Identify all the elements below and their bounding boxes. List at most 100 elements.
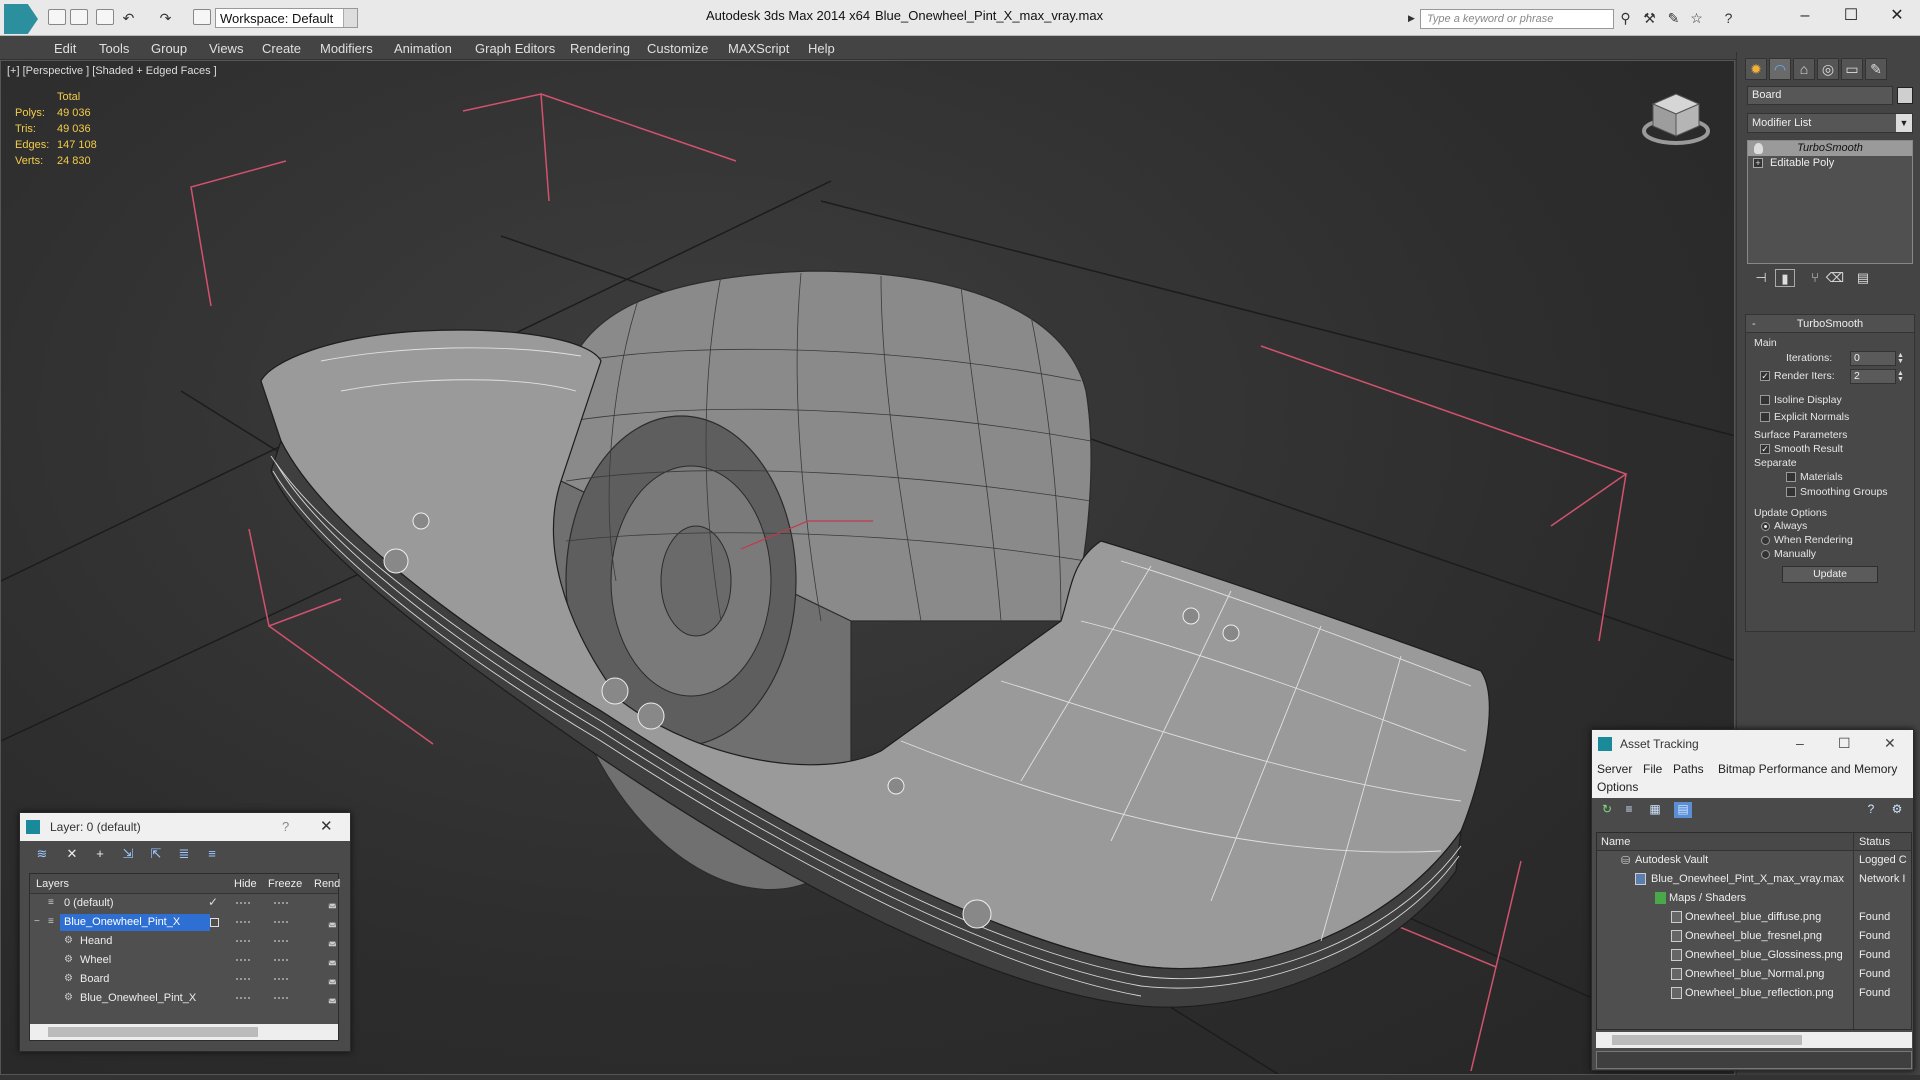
app-logo-button[interactable] — [4, 4, 38, 34]
render-teapot-icon[interactable]: ◛ — [328, 898, 338, 908]
column-render[interactable]: Rend — [314, 878, 340, 890]
chevron-down-icon[interactable] — [343, 9, 357, 27]
render-teapot-icon[interactable]: ◛ — [328, 917, 338, 927]
hide-toggle[interactable] — [236, 902, 250, 904]
materials-checkbox[interactable] — [1786, 472, 1796, 482]
utilities-tab-icon[interactable]: ✎ — [1865, 58, 1887, 80]
hide-all-layers-icon[interactable]: ≡ — [202, 846, 222, 864]
layer-row[interactable]: ⚙ Heand ◛ — [30, 932, 338, 951]
refresh-icon[interactable]: ↻ — [1598, 802, 1616, 818]
motion-tab-icon[interactable]: ◎ — [1817, 58, 1839, 80]
object-color-swatch[interactable] — [1897, 87, 1913, 104]
asset-row[interactable]: Onewheel_blue_reflection.png Found — [1597, 984, 1911, 1003]
smooth-result-checkbox[interactable]: ✓ — [1760, 444, 1770, 454]
communication-center-icon[interactable]: ✎ — [1665, 11, 1682, 26]
save-file-icon[interactable] — [96, 9, 114, 25]
object-name[interactable]: Blue_Onewheel_Pint_X — [76, 990, 200, 1007]
isoline-display-checkbox[interactable] — [1760, 395, 1770, 405]
favorites-star-icon[interactable]: ☆ — [1688, 11, 1705, 26]
help-icon[interactable]: ? — [1862, 802, 1880, 818]
menu-paths[interactable]: Paths — [1673, 762, 1704, 776]
render-iters-spinner[interactable]: 2 ▲ ▼ — [1850, 369, 1904, 384]
modify-tab-icon[interactable]: ◠ — [1769, 58, 1791, 80]
menu-edit[interactable]: Edit — [54, 41, 76, 56]
scrollbar-thumb[interactable] — [1612, 1035, 1802, 1045]
asset-row[interactable]: Maps / Shaders — [1597, 889, 1911, 908]
create-layer-icon[interactable]: + — [90, 846, 110, 864]
freeze-toggle[interactable] — [274, 921, 288, 923]
help-button[interactable]: ? — [282, 819, 289, 834]
viewcube-icon[interactable] — [1641, 86, 1711, 156]
update-button[interactable]: Update — [1782, 566, 1878, 583]
viewport-label[interactable]: [+] [Perspective ] [Shaded + Edged Faces… — [7, 65, 217, 77]
collapse-minus-icon[interactable]: − — [34, 917, 44, 927]
add-to-layer-icon[interactable]: ⇲ — [118, 846, 138, 864]
iterations-spinner[interactable]: 0 ▲ ▼ — [1850, 351, 1904, 366]
create-tab-icon[interactable]: ✹ — [1745, 58, 1767, 80]
scrollbar-thumb[interactable] — [48, 1027, 258, 1037]
table-view-icon[interactable]: ▤ — [1674, 802, 1692, 818]
always-radio[interactable] — [1761, 522, 1770, 531]
layer-row[interactable]: ≡ 0 (default) ✓ ◛ — [30, 894, 338, 913]
freeze-toggle[interactable] — [274, 997, 288, 999]
rollout-header[interactable]: - TurboSmooth — [1746, 315, 1914, 333]
column-status[interactable]: Status — [1859, 836, 1890, 848]
menu-help[interactable]: Help — [808, 41, 835, 56]
render-teapot-icon[interactable]: ◛ — [328, 936, 338, 946]
asset-row[interactable]: Onewheel_blue_Glossiness.png Found — [1597, 946, 1911, 965]
asset-row[interactable]: Onewheel_blue_fresnel.png Found — [1597, 927, 1911, 946]
maximize-icon[interactable]: ☐ — [1838, 735, 1851, 752]
stack-item-editable-poly[interactable]: + Editable Poly — [1748, 156, 1912, 171]
stack-item-turbosmooth[interactable]: TurboSmooth — [1748, 141, 1912, 156]
smoothing-groups-checkbox[interactable] — [1786, 487, 1796, 497]
object-name[interactable]: Board — [76, 971, 113, 988]
grid-view-icon[interactable]: ▦ — [1646, 802, 1664, 818]
explicit-normals-checkbox[interactable] — [1760, 412, 1770, 422]
asset-row[interactable]: ⛁ Autodesk Vault Logged C — [1597, 851, 1911, 870]
manually-radio[interactable] — [1761, 550, 1770, 559]
display-tab-icon[interactable]: ▭ — [1841, 58, 1863, 80]
help-icon[interactable]: ? — [1720, 11, 1737, 26]
search-input[interactable]: Type a keyword or phrase — [1420, 9, 1614, 29]
delete-layer-icon[interactable]: ✕ — [62, 846, 82, 864]
menu-options[interactable]: Options — [1597, 780, 1638, 794]
active-layer-check-icon[interactable]: ✓ — [208, 895, 218, 909]
freeze-toggle[interactable] — [274, 940, 288, 942]
render-teapot-icon[interactable]: ◛ — [328, 993, 338, 1003]
layer-row[interactable]: ⚙ Wheel ◛ — [30, 951, 338, 970]
make-unique-icon[interactable]: ⑂ — [1805, 269, 1825, 287]
object-name-field[interactable]: Board — [1747, 86, 1893, 105]
horizontal-scrollbar[interactable] — [1596, 1032, 1912, 1048]
layer-row[interactable]: ⚙ Blue_Onewheel_Pint_X ◛ — [30, 989, 338, 1008]
settings-icon[interactable]: ⚙ — [1888, 802, 1906, 818]
remove-modifier-icon[interactable]: ⌫ — [1825, 269, 1845, 287]
hierarchy-tab-icon[interactable]: ⌂ — [1793, 58, 1815, 80]
menu-file[interactable]: File — [1643, 762, 1662, 776]
close-icon[interactable]: ✕ — [1884, 735, 1896, 752]
menu-tools[interactable]: Tools — [99, 41, 129, 56]
menu-graph-editors[interactable]: Graph Editors — [475, 41, 555, 56]
highlight-layer-icon[interactable]: ≣ — [174, 846, 194, 864]
show-end-result-icon[interactable]: ▮ — [1775, 269, 1795, 287]
hide-toggle[interactable] — [236, 997, 250, 999]
menu-animation[interactable]: Animation — [394, 41, 452, 56]
asset-row[interactable]: Onewheel_blue_Normal.png Found — [1597, 965, 1911, 984]
spinner-arrows-icon[interactable]: ▲ ▼ — [1897, 370, 1905, 383]
subscription-icon[interactable]: ⚒ — [1641, 11, 1658, 26]
close-button[interactable]: ✕ — [1877, 4, 1917, 28]
configure-sets-icon[interactable]: ▤ — [1853, 269, 1873, 287]
render-iters-checkbox[interactable]: ✓ — [1760, 371, 1770, 381]
column-layers[interactable]: Layers — [36, 878, 69, 890]
menu-bitmap-performance[interactable]: Bitmap Performance and Memory — [1718, 762, 1897, 776]
layer-name[interactable]: 0 (default) — [60, 895, 118, 912]
workspace-dropdown[interactable]: Workspace: Default — [215, 8, 358, 28]
hide-toggle[interactable] — [236, 921, 250, 923]
select-in-layer-icon[interactable]: ⇱ — [146, 846, 166, 864]
layer-row[interactable]: − ≡ Blue_Onewheel_Pint_X ◛ — [30, 913, 338, 932]
column-freeze[interactable]: Freeze — [268, 878, 302, 890]
layer-settings-icon[interactable]: ≋ — [32, 846, 52, 864]
open-file-icon[interactable] — [70, 9, 88, 25]
asset-row[interactable]: Onewheel_blue_diffuse.png Found — [1597, 908, 1911, 927]
active-layer-box[interactable] — [210, 918, 219, 927]
when-rendering-radio[interactable] — [1761, 536, 1770, 545]
